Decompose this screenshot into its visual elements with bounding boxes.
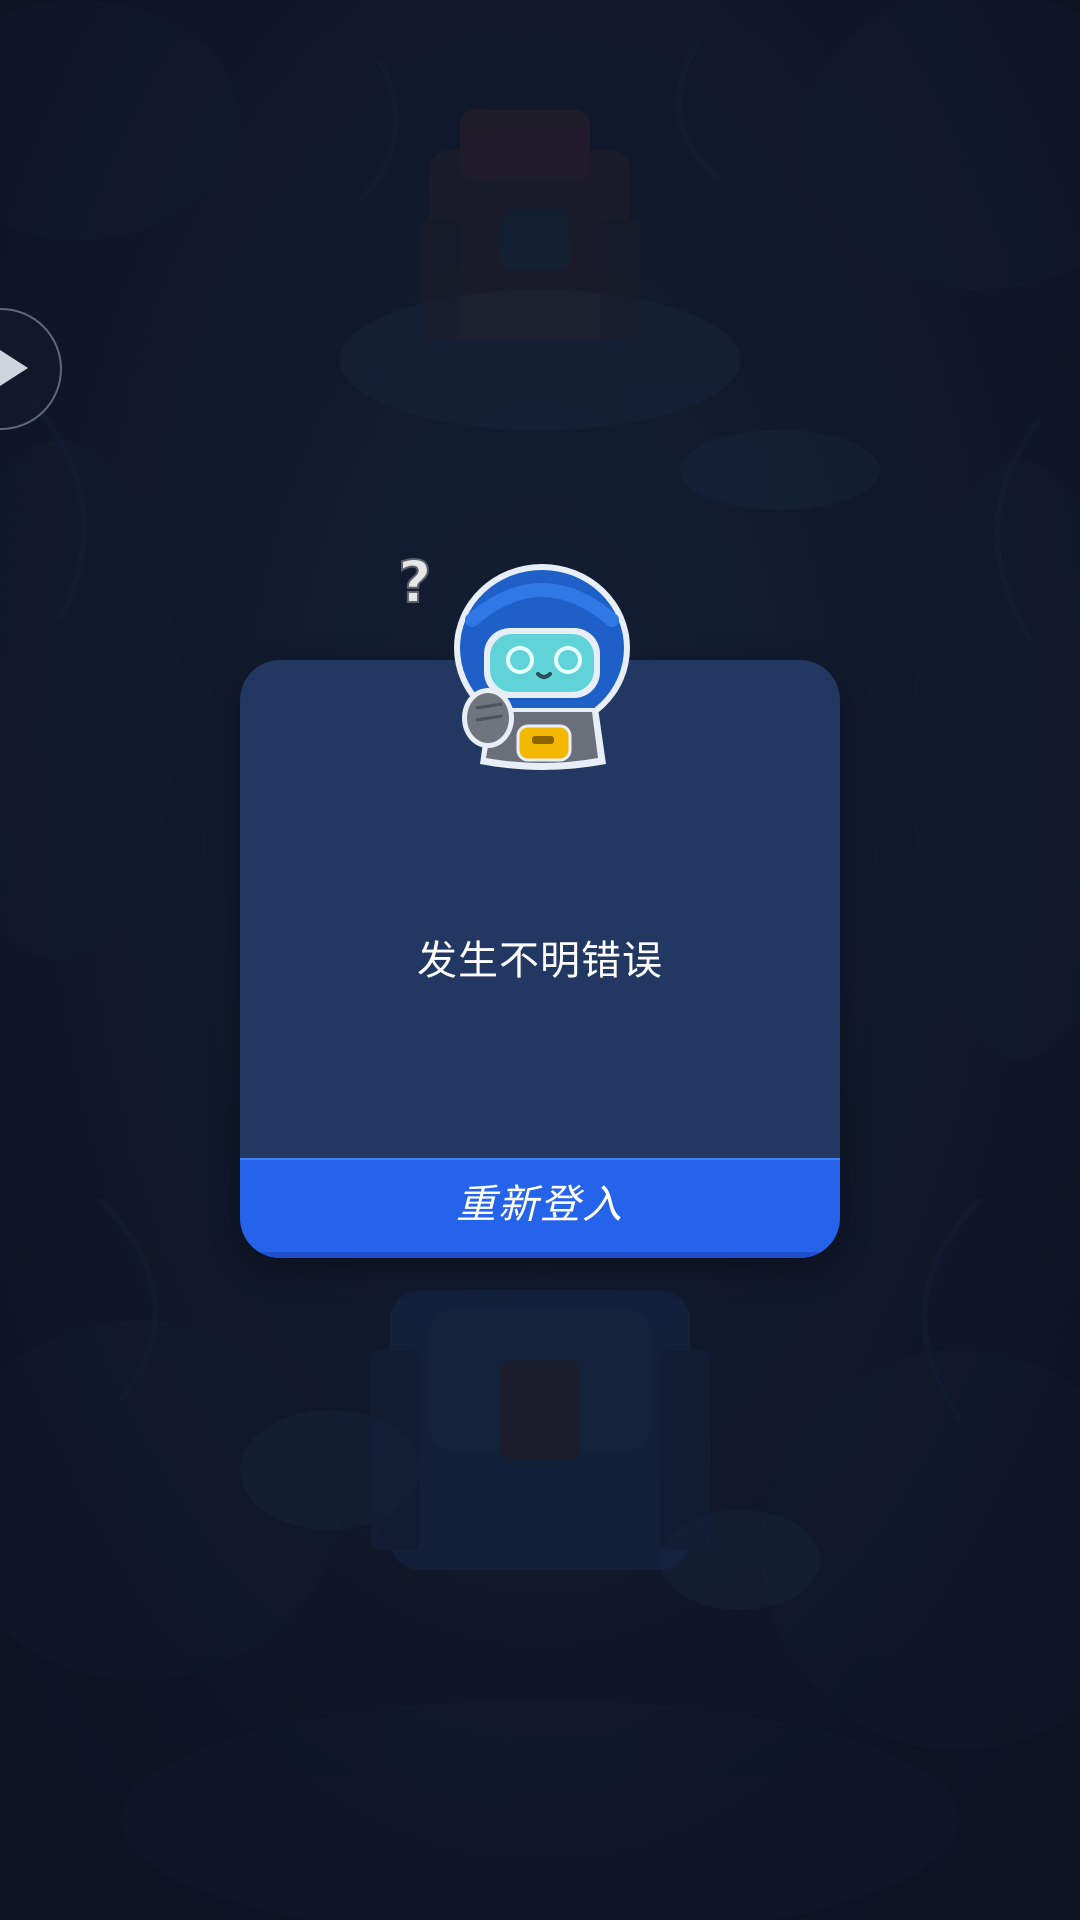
- relogin-button[interactable]: 重新登入: [240, 1158, 840, 1258]
- play-triangle-icon: [0, 350, 28, 386]
- screen: 发生不明错误 重新登入 ?: [0, 0, 1080, 1920]
- relogin-button-label: 重新登入: [456, 1182, 624, 1228]
- confused-robot-mascot-icon: ?: [397, 547, 630, 770]
- svg-text:?: ?: [398, 548, 432, 616]
- question-mark-icon: ?: [397, 547, 433, 617]
- error-message: 发生不明错误: [417, 938, 663, 984]
